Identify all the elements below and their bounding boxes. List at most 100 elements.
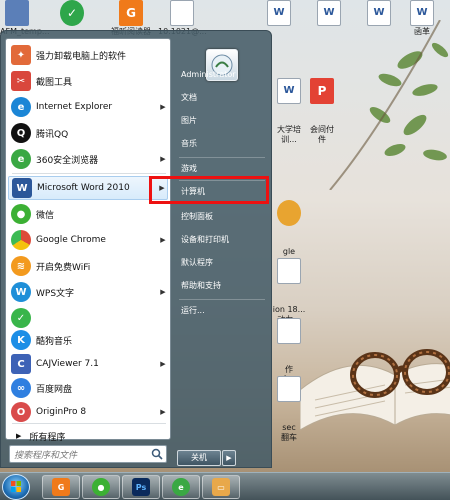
glasses-image [350,349,450,398]
start-menu: ✦ 强力卸载电脑上的软件 ✂ 截图工具 e Internet Explorer … [0,30,272,468]
menu-link-music[interactable]: 音乐 [175,134,267,154]
desktop-icon-label: sec 翻车 [281,423,297,442]
highlight-box [149,176,269,204]
menu-link-help-support[interactable]: 帮助和支持 [175,276,267,296]
all-programs-button[interactable]: ▶ 所有程序 [10,426,168,446]
file-icon [170,0,194,26]
start-button[interactable] [2,474,30,500]
menu-item-label: 微信 [36,210,55,221]
menu-item-green-leaf[interactable]: ✓ [8,306,168,330]
menu-link-default-programs[interactable]: 默认程序 [175,253,267,273]
photoshop-taskbar-icon: Ps [132,478,150,496]
menu-item-cajviewer[interactable]: C CAJViewer 7.1 ▶ [8,352,168,376]
taskbar-app-foxit[interactable]: G [42,475,80,499]
taskbar-app-photoshop[interactable]: Ps [122,475,160,499]
word-doc-icon: W [317,0,341,26]
snipping-tool-icon: ✂ [11,71,31,91]
shutdown-button[interactable]: 关机 [177,450,221,466]
search-placeholder: 搜索程序和文件 [14,450,78,461]
taskbar: G ● Ps e ▭ [0,472,450,500]
menu-item-wechat[interactable]: ● 微信 [8,202,168,226]
word-doc-icon: W [367,0,391,26]
desktop-icon-doc-4[interactable]: W 函革 [405,0,439,37]
document-icon [277,318,301,344]
menu-link-run[interactable]: 运行... [175,301,267,321]
word-doc-icon: W [267,0,291,26]
submenu-arrow-icon[interactable]: ▶ [158,360,168,368]
menu-link-devices-printers[interactable]: 设备和打印机 [175,230,267,250]
expand-arrow-icon: ▶ [16,432,22,440]
menu-link-documents[interactable]: 文档 [175,88,267,108]
afm-icon [5,0,29,26]
menu-item-label: 酷狗音乐 [36,336,73,347]
menu-item-wps[interactable]: W WPS文字 ▶ [8,280,168,304]
menu-item-chrome[interactable]: Google Chrome ▶ [8,228,168,252]
menu-item-label: Internet Explorer [36,102,113,112]
desktop-icon-training[interactable]: W 大学培 训... [272,58,306,165]
menu-item-label: 百度网盘 [36,384,73,395]
menu-item-originpro[interactable]: O OriginPro 8 ▶ [8,400,168,424]
word-doc-icon: W [410,0,434,26]
all-programs-label: 所有程序 [29,432,66,443]
menu-separator [12,423,166,424]
folder-taskbar-icon: ▭ [212,478,230,496]
desktop-icon-doc-1[interactable]: W [262,0,296,27]
desktop-icon-label: 大学培 训... [277,125,301,144]
foxit-reader-icon: G [119,0,143,26]
menu-item-free-wifi[interactable]: ≋ 开启免费WiFi [8,254,168,278]
wps-icon: W [11,282,31,302]
search-icon[interactable] [151,448,163,460]
chrome-icon [277,200,301,226]
menu-item-label: OriginPro 8 [36,407,87,417]
submenu-arrow-icon[interactable]: ▶ [158,236,168,244]
menu-link-pictures[interactable]: 图片 [175,111,267,131]
cajviewer-icon: C [11,354,31,374]
menu-item-kugou[interactable]: K 酷狗音乐 [8,328,168,352]
taskbar-app-360[interactable]: e [162,475,200,499]
shutdown-options-button[interactable]: ▶ [222,450,236,466]
menu-item-uninstall[interactable]: ✦ 强力卸载电脑上的软件 [8,43,168,67]
menu-separator [12,173,166,174]
qq-icon: Q [11,123,31,143]
submenu-arrow-icon[interactable]: ▶ [158,103,168,111]
green-app-icon: ✓ [60,0,84,26]
menu-item-label: 截图工具 [36,77,73,88]
search-programs-input[interactable]: 搜索程序和文件 [9,445,167,463]
pdf-icon: P [310,78,334,104]
menu-item-snipping-tool[interactable]: ✂ 截图工具 [8,69,168,93]
menu-item-label: WPS文字 [36,288,75,299]
submenu-arrow-icon[interactable]: ▶ [158,155,168,163]
menu-item-label: Google Chrome [36,235,106,245]
submenu-arrow-icon[interactable]: ▶ [158,288,168,296]
document-icon [277,376,301,402]
foxit-taskbar-icon: G [52,478,70,496]
menu-item-word[interactable]: W Microsoft Word 2010 ▶ [8,176,168,200]
menu-item-label: CAJViewer 7.1 [36,359,99,369]
menu-item-internet-explorer[interactable]: e Internet Explorer ▶ [8,95,168,119]
menu-item-baidu-netdisk[interactable]: ∞ 百度网盘 [8,376,168,400]
menu-item-qq[interactable]: Q 腾讯QQ [8,121,168,145]
baidu-netdisk-icon: ∞ [11,378,31,398]
desktop-icon-doc-7[interactable]: sec 翻车 [272,356,306,463]
submenu-arrow-icon[interactable]: ▶ [158,408,168,416]
desktop-icon-green-app[interactable]: ✓ [55,0,89,27]
desktop-icon-pdf[interactable]: P 会间付 件 [305,58,339,165]
desktop-icon-doc-2[interactable]: W [312,0,346,27]
wechat-icon: ● [11,204,31,224]
menu-item-360-browser[interactable]: e 360安全浏览器 ▶ [8,147,168,171]
taskbar-app-folder[interactable]: ▭ [202,475,240,499]
desktop-icon-doc-3[interactable]: W [362,0,396,27]
menu-item-label: 强力卸载电脑上的软件 [36,51,127,62]
kugou-icon: K [11,330,31,350]
360-taskbar-icon: e [172,478,190,496]
360-browser-icon: e [11,149,31,169]
menu-link-administrator[interactable]: Administrator [175,65,267,85]
menu-separator [179,299,265,300]
menu-link-control-panel[interactable]: 控制面板 [175,207,267,227]
word-doc-icon: W [277,78,301,104]
desktop-icon-label: 函革 [414,27,430,36]
taskbar-app-wechat[interactable]: ● [82,475,120,499]
wechat-taskbar-icon: ● [92,478,110,496]
word-icon: W [12,178,32,198]
internet-explorer-icon: e [11,97,31,117]
